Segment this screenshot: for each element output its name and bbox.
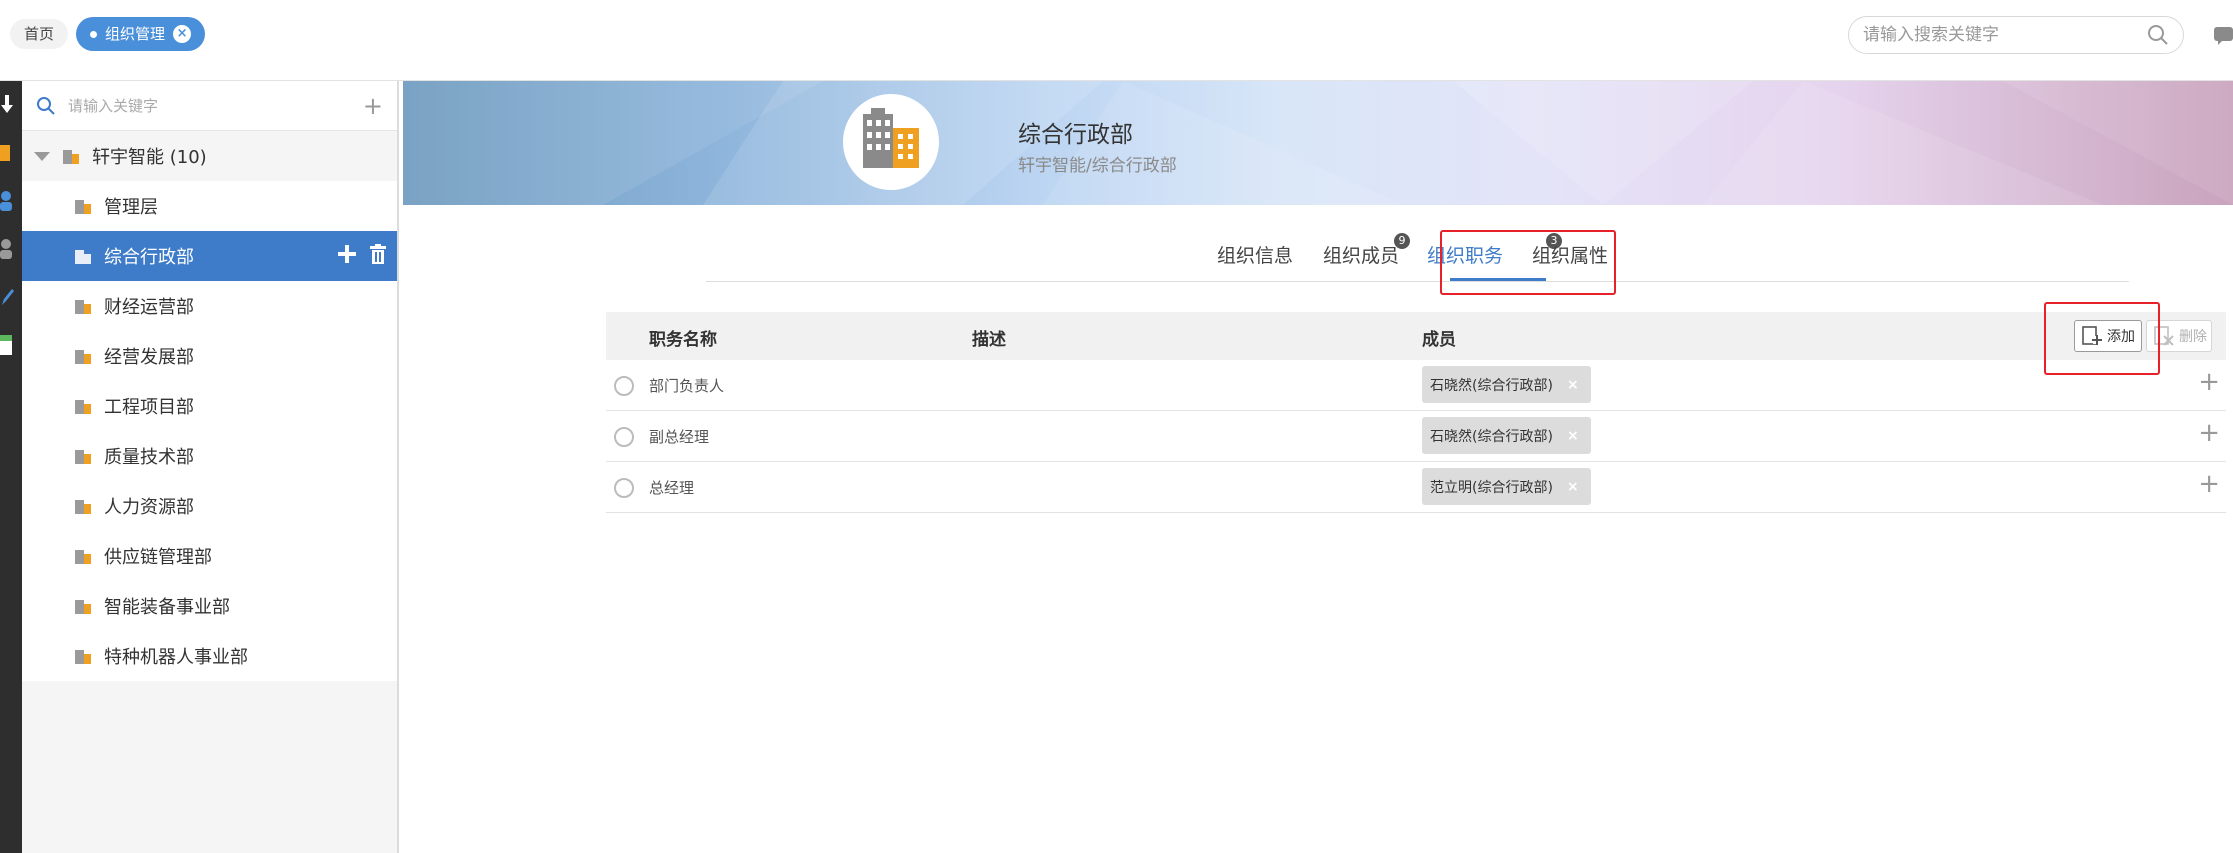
row-radio[interactable] <box>614 478 634 498</box>
dept-logo <box>843 94 939 190</box>
tree-search: + <box>22 81 397 131</box>
members-count-badge: 9 <box>1394 233 1410 249</box>
highlight-box-tab <box>1440 230 1616 295</box>
col-members: 成员 <box>1422 330 1456 350</box>
building-icon <box>75 250 91 264</box>
search-icon[interactable] <box>36 96 56 116</box>
building-icon <box>75 600 91 614</box>
remove-member-icon[interactable]: × <box>1567 377 1579 393</box>
tree-item[interactable]: 管理层 <box>22 181 397 231</box>
building-icon <box>75 200 91 214</box>
tree-item[interactable]: 智能装备事业部 <box>22 581 397 631</box>
tree-item[interactable]: 经营发展部 <box>22 331 397 381</box>
tree-item-label: 管理层 <box>104 197 158 218</box>
tree-item[interactable]: 人力资源部 <box>22 481 397 531</box>
building-icon <box>75 500 91 514</box>
building-icon <box>863 108 919 168</box>
building-icon <box>75 650 91 664</box>
tree-item[interactable]: 质量技术部 <box>22 431 397 481</box>
building-icon <box>75 350 91 364</box>
tab-org-members[interactable]: 组织成员 <box>1323 241 1399 268</box>
tree-item-label: 智能装备事业部 <box>104 597 230 618</box>
org-tree: 轩宇智能 (10) 管理层 综合行政部 财经运营部 经营发展部 工程项目部 质量… <box>22 131 397 681</box>
building-icon <box>75 550 91 564</box>
close-tab-icon[interactable]: × <box>173 25 192 43</box>
banner-pattern <box>403 81 2233 205</box>
add-member-icon[interactable]: + <box>2198 369 2220 395</box>
row-actions <box>337 244 387 264</box>
col-description: 描述 <box>972 330 1006 350</box>
tree-item-label: 质量技术部 <box>104 447 194 468</box>
detail-tabs: 组织信息 组织成员 9 组织职务 3 组织属性 <box>706 221 2129 282</box>
table-row[interactable]: 部门负责人 石晓然(综合行政部) × + <box>606 360 2226 411</box>
positions-table: 职务名称 描述 成员 部门负责人 石晓然(综合行政部) × + 副总经理 石晓然… <box>606 312 2226 513</box>
building-icon <box>63 150 79 164</box>
table-row[interactable]: 总经理 范立明(综合行政部) × + <box>606 462 2226 513</box>
add-member-icon[interactable]: + <box>2198 471 2220 497</box>
tree-root[interactable]: 轩宇智能 (10) <box>22 131 397 181</box>
position-name: 部门负责人 <box>649 377 725 395</box>
tree-item-label: 工程项目部 <box>104 397 194 418</box>
tab-org-management-label: 组织管理 <box>105 25 166 43</box>
tree-item-label: 特种机器人事业部 <box>104 647 248 668</box>
member-chip-label: 石晓然(综合行政部) <box>1430 377 1553 394</box>
tree-item[interactable]: 供应链管理部 <box>22 531 397 581</box>
folder-icon[interactable] <box>0 141 16 165</box>
message-icon[interactable] <box>2212 24 2233 46</box>
tree-item-label: 供应链管理部 <box>104 547 212 568</box>
add-member-icon[interactable]: + <box>2198 420 2220 446</box>
building-icon <box>75 400 91 414</box>
member-chip: 范立明(综合行政部) × <box>1422 468 1591 505</box>
dept-name: 综合行政部 <box>1018 122 1133 148</box>
remove-member-icon[interactable]: × <box>1567 428 1579 444</box>
top-bar: 首页 组织管理 × <box>0 0 2233 81</box>
tab-org-management[interactable]: 组织管理 × <box>76 17 206 51</box>
tree-item-label: 经营发展部 <box>104 347 194 368</box>
table-header: 职务名称 描述 成员 <box>606 312 2226 360</box>
row-radio[interactable] <box>614 427 634 447</box>
user-icon[interactable] <box>0 237 16 261</box>
org-tree-sidebar: + 轩宇智能 (10) 管理层 综合行政部 财经运营部 经营发展部 <box>22 81 399 853</box>
tree-item-label: 财经运营部 <box>104 297 194 318</box>
add-icon[interactable] <box>337 244 357 264</box>
tree-search-input[interactable] <box>68 96 363 115</box>
users-icon[interactable] <box>0 189 16 213</box>
member-chip-label: 范立明(综合行政部) <box>1430 479 1553 496</box>
tree-item-label: 综合行政部 <box>104 247 194 268</box>
tree-root-label: 轩宇智能 (10) <box>92 147 207 168</box>
global-search <box>1848 16 2184 54</box>
position-name: 总经理 <box>649 479 695 497</box>
edit-icon[interactable] <box>0 285 16 309</box>
add-org-icon[interactable]: + <box>363 94 383 118</box>
tree-item[interactable]: 工程项目部 <box>22 381 397 431</box>
col-position-name: 职务名称 <box>649 330 717 350</box>
tree-item-selected[interactable]: 综合行政部 <box>22 231 397 281</box>
active-dot-icon <box>90 30 97 38</box>
tab-home[interactable]: 首页 <box>10 19 69 49</box>
delete-position-label: 删除 <box>2179 329 2207 345</box>
tree-item[interactable]: 特种机器人事业部 <box>22 631 397 681</box>
trash-icon[interactable] <box>369 244 387 264</box>
table-row[interactable]: 副总经理 石晓然(综合行政部) × + <box>606 411 2226 462</box>
left-rail <box>0 81 22 853</box>
row-radio[interactable] <box>614 376 634 396</box>
dept-path: 轩宇智能/综合行政部 <box>1018 156 1177 176</box>
download-icon[interactable] <box>0 93 16 117</box>
building-icon <box>75 450 91 464</box>
document-icon[interactable] <box>0 333 16 357</box>
position-name: 副总经理 <box>649 428 710 446</box>
remove-member-icon[interactable]: × <box>1567 479 1579 495</box>
dept-banner: 综合行政部 轩宇智能/综合行政部 <box>403 81 2233 205</box>
member-chip-label: 石晓然(综合行政部) <box>1430 428 1553 445</box>
tab-org-info[interactable]: 组织信息 <box>1217 241 1293 268</box>
member-chip: 石晓然(综合行政部) × <box>1422 417 1591 454</box>
caret-down-icon[interactable] <box>34 151 50 161</box>
member-chip: 石晓然(综合行政部) × <box>1422 366 1591 403</box>
global-search-input[interactable] <box>1863 25 2147 45</box>
building-icon <box>75 300 91 314</box>
search-icon[interactable] <box>2147 24 2169 46</box>
tree-item-label: 人力资源部 <box>104 497 194 518</box>
highlight-box-add <box>2044 302 2160 375</box>
tree-item[interactable]: 财经运营部 <box>22 281 397 331</box>
